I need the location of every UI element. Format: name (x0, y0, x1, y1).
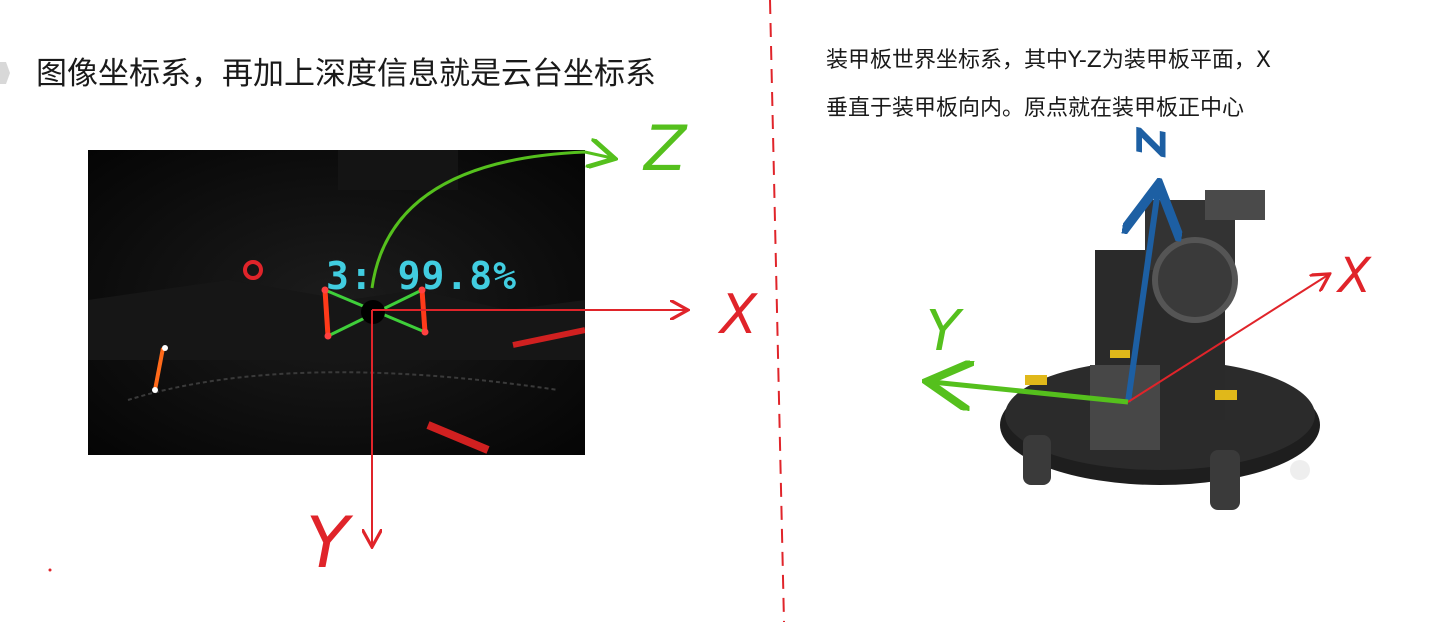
right-x-axis-arrow (1127, 275, 1328, 403)
panel-divider (769, 0, 785, 622)
left-z-axis-label: Z (644, 112, 687, 185)
stray-dot (48, 568, 52, 572)
right-z-axis-label: Z (1129, 127, 1176, 157)
right-x-axis-label: X (1338, 248, 1371, 304)
right-z-axis-arrow (1128, 190, 1158, 403)
right-y-axis-arrow (932, 382, 1129, 402)
left-y-axis-label: Y (306, 502, 349, 584)
left-x-axis-label: X (720, 283, 757, 346)
right-y-axis-label: Y (926, 299, 961, 364)
left-z-axis-arrow (370, 152, 612, 289)
